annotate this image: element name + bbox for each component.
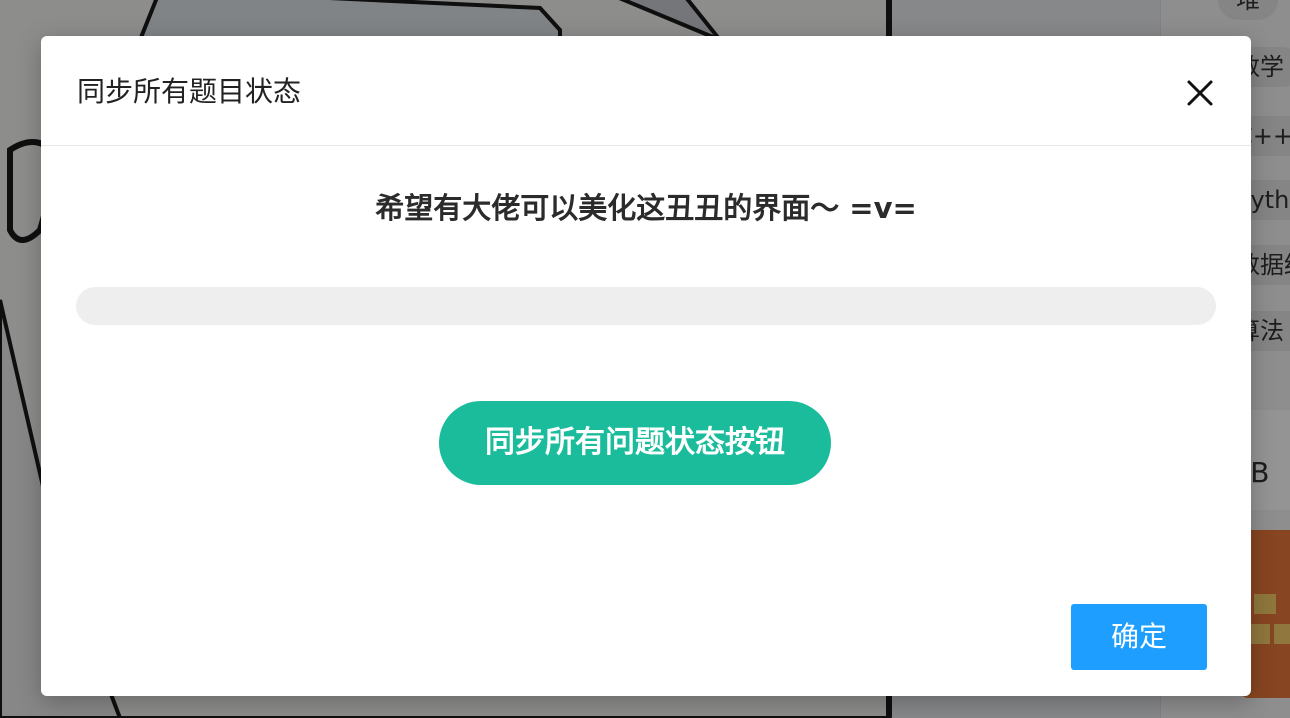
dialog-message: 希望有大佬可以美化这丑丑的界面～ =v= [375,191,917,225]
confirm-button[interactable]: 确定 [1071,604,1207,670]
close-icon[interactable] [1179,72,1221,114]
sync-status-dialog: 同步所有题目状态 希望有大佬可以美化这丑丑的界面～ =v= 同步所有问题状态按钮… [41,36,1251,696]
screen: 堆 数学 C++ Python 数据结构 算法（值 etB 同步所有题目状态 希… [0,0,1290,718]
dialog-header: 同步所有题目状态 [41,36,1251,146]
dialog-title: 同步所有题目状态 [77,75,302,108]
sync-all-status-button[interactable]: 同步所有问题状态按钮 [439,401,831,485]
sync-progress-bar [76,287,1216,325]
